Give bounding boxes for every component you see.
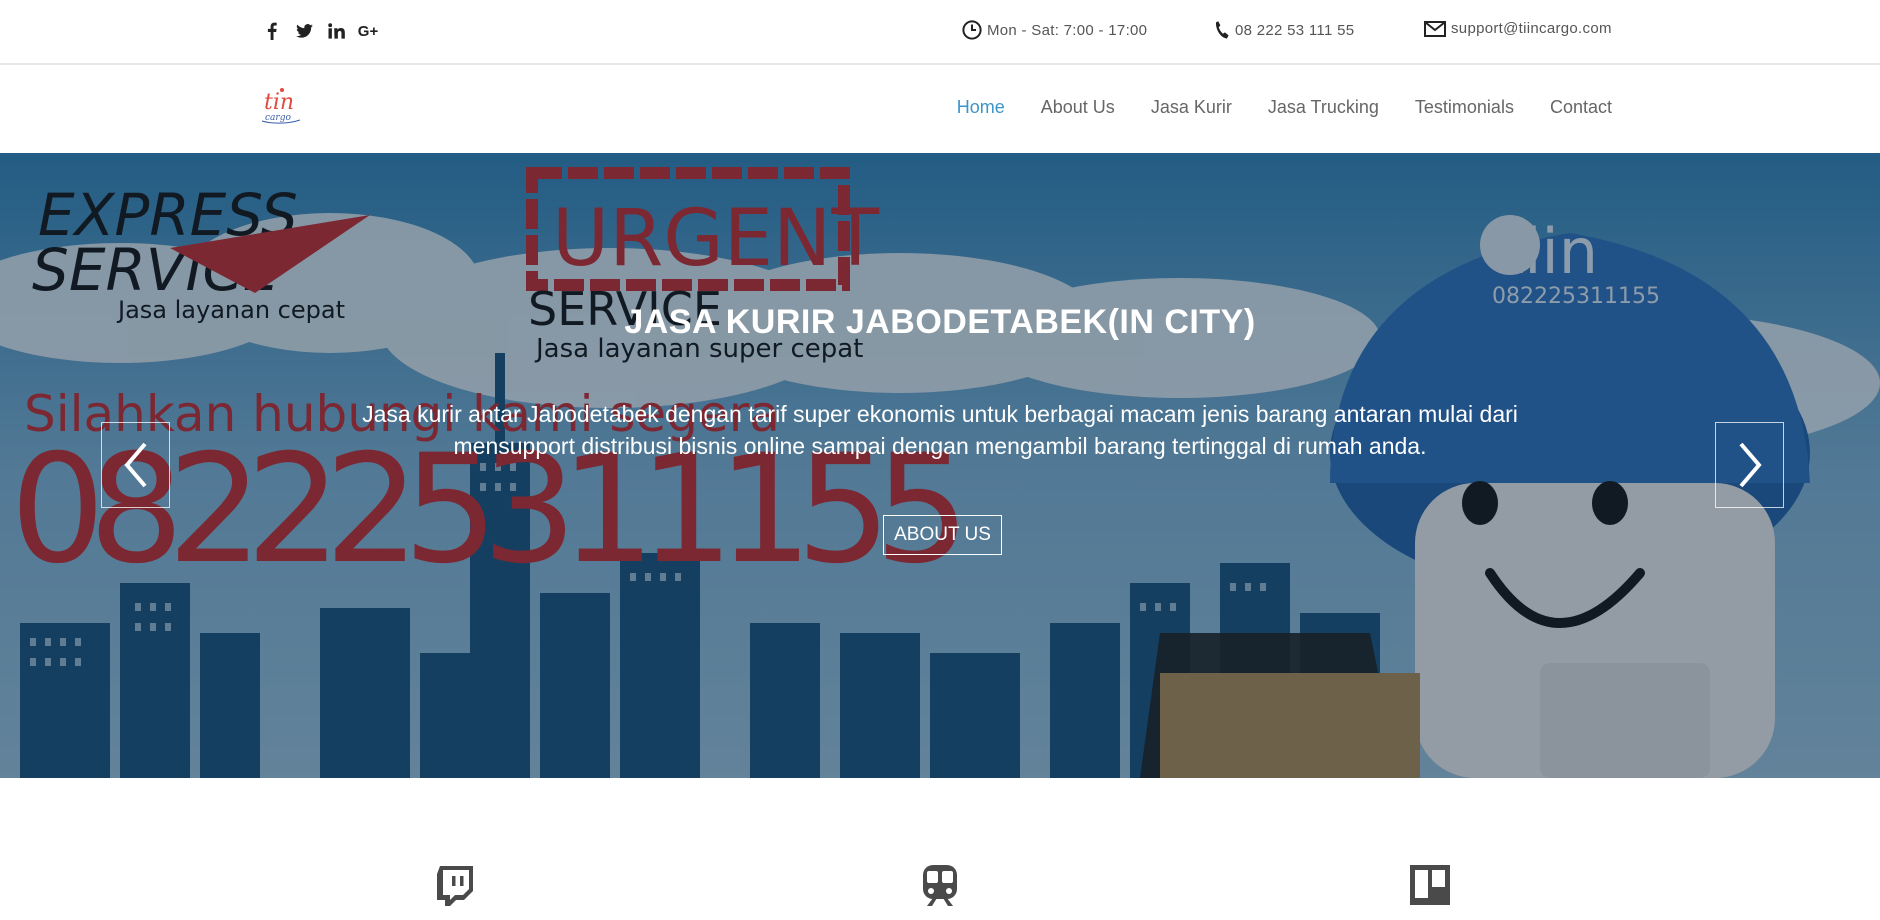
hero-title: JASA KURIR JABODETABEK(IN CITY) — [624, 303, 1256, 341]
trello-icon — [1410, 865, 1450, 905]
nav-jasa-trucking[interactable]: Jasa Trucking — [1250, 97, 1397, 118]
clock-icon — [962, 20, 982, 40]
mail-icon — [1424, 20, 1446, 37]
hero-slider: EXPRESS SERVICE Jasa layanan cepat URGEN… — [0, 153, 1880, 778]
email-contact: support@tiincargo.com — [1424, 20, 1612, 37]
chevron-left-icon — [123, 442, 147, 488]
main-navbar: tin cargo Home About Us Jasa Kurir Jasa … — [0, 67, 1880, 153]
twitter-icon[interactable] — [288, 20, 320, 42]
hero-overlay — [0, 153, 1880, 778]
facebook-icon[interactable] — [256, 20, 288, 42]
nav-home[interactable]: Home — [939, 97, 1023, 118]
svg-text:tin: tin — [264, 90, 294, 115]
phone-icon — [1215, 21, 1229, 39]
hero-description: Jasa kurir antar Jabodetabek dengan tari… — [362, 401, 1518, 459]
site-logo[interactable]: tin cargo — [258, 85, 304, 125]
social-links: G+ — [256, 20, 384, 42]
slider-prev-button[interactable] — [101, 422, 170, 508]
nav-testimonials[interactable]: Testimonials — [1397, 97, 1532, 118]
slider-next-button[interactable] — [1715, 422, 1784, 508]
phone-contact: 08 222 53 111 55 — [1214, 20, 1354, 40]
nav-menu: Home About Us Jasa Kurir Jasa Trucking T… — [939, 97, 1612, 118]
phone-text[interactable]: 08 222 53 111 55 — [1235, 22, 1354, 39]
google-plus-icon[interactable]: G+ — [352, 20, 384, 42]
linkedin-icon[interactable] — [320, 20, 352, 42]
hours-text: Mon - Sat: 7:00 - 17:00 — [987, 21, 1148, 39]
twitch-icon — [437, 866, 473, 906]
nav-jasa-kurir[interactable]: Jasa Kurir — [1133, 97, 1250, 118]
email-text[interactable]: support@tiincargo.com — [1451, 20, 1612, 37]
about-us-button[interactable]: ABOUT US — [883, 515, 1002, 555]
top-info-bar: G+ Mon - Sat: 7:00 - 17:00 08 222 53 111… — [0, 0, 1880, 65]
opening-hours: Mon - Sat: 7:00 - 17:00 — [962, 20, 1147, 40]
svg-text:cargo: cargo — [265, 113, 291, 123]
chevron-right-icon — [1738, 442, 1762, 488]
nav-about-us[interactable]: About Us — [1023, 97, 1133, 118]
nav-contact[interactable]: Contact — [1532, 97, 1612, 118]
train-icon — [923, 865, 957, 906]
